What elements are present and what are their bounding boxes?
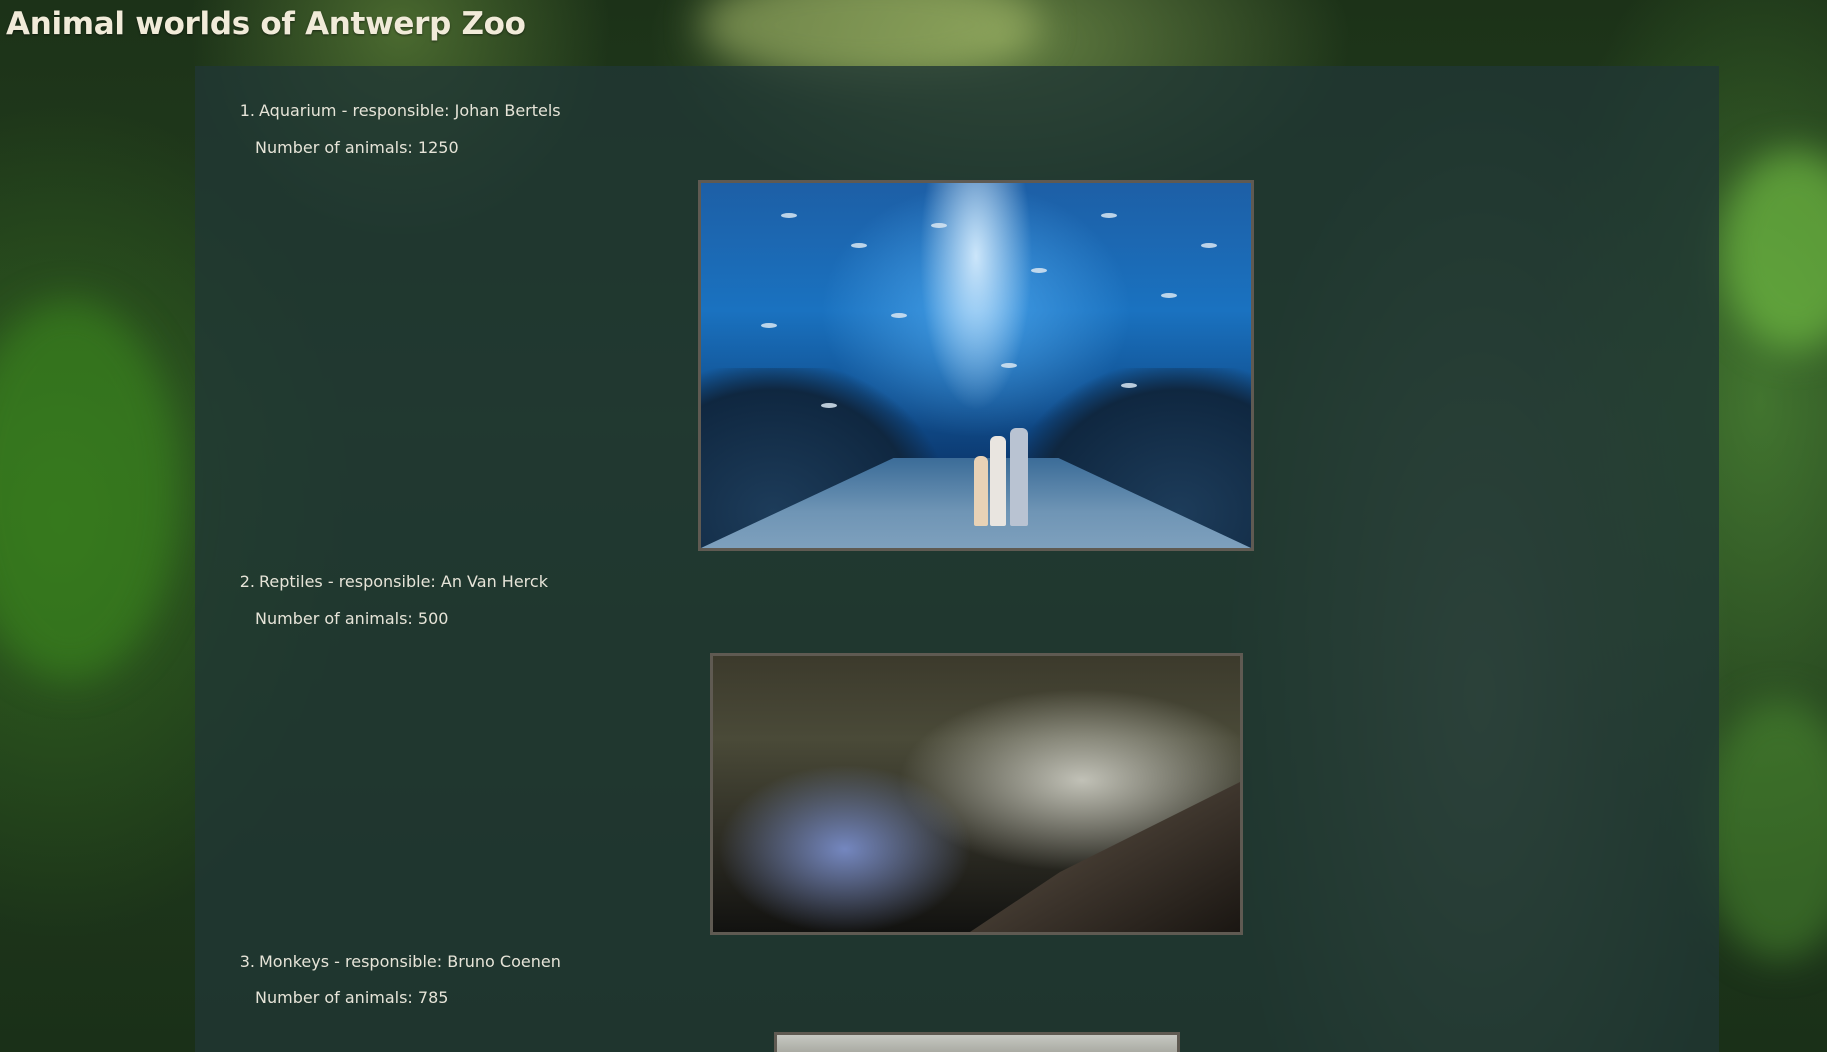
visitors-figure (966, 426, 1036, 526)
world-title: Aquarium - responsible: Johan Bertels (259, 101, 561, 120)
item-number: 2. (239, 572, 255, 591)
animal-count: Number of animals: 1250 (255, 138, 459, 157)
world-heading: 2. Reptiles - responsible: An Van Herck (238, 572, 548, 591)
item-number: 3. (239, 952, 255, 971)
monkeys-photo (774, 1032, 1180, 1052)
reptiles-photo (710, 653, 1243, 935)
item-number: 1. (239, 101, 255, 120)
world-heading: 1. Aquarium - responsible: Johan Bertels (238, 101, 561, 120)
animal-count: Number of animals: 500 (255, 609, 449, 628)
aquarium-photo (698, 180, 1254, 551)
page-title: Animal worlds of Antwerp Zoo (6, 6, 526, 42)
animal-worlds-list: 1. Aquarium - responsible: Johan Bertels … (195, 66, 1719, 1052)
page-header: Animal worlds of Antwerp Zoo (0, 0, 1827, 66)
world-heading: 3. Monkeys - responsible: Bruno Coenen (238, 952, 561, 971)
animal-count: Number of animals: 785 (255, 988, 449, 1007)
world-title: Reptiles - responsible: An Van Herck (259, 572, 548, 591)
world-title: Monkeys - responsible: Bruno Coenen (259, 952, 561, 971)
content-panel: 1. Aquarium - responsible: Johan Bertels … (195, 66, 1719, 1052)
